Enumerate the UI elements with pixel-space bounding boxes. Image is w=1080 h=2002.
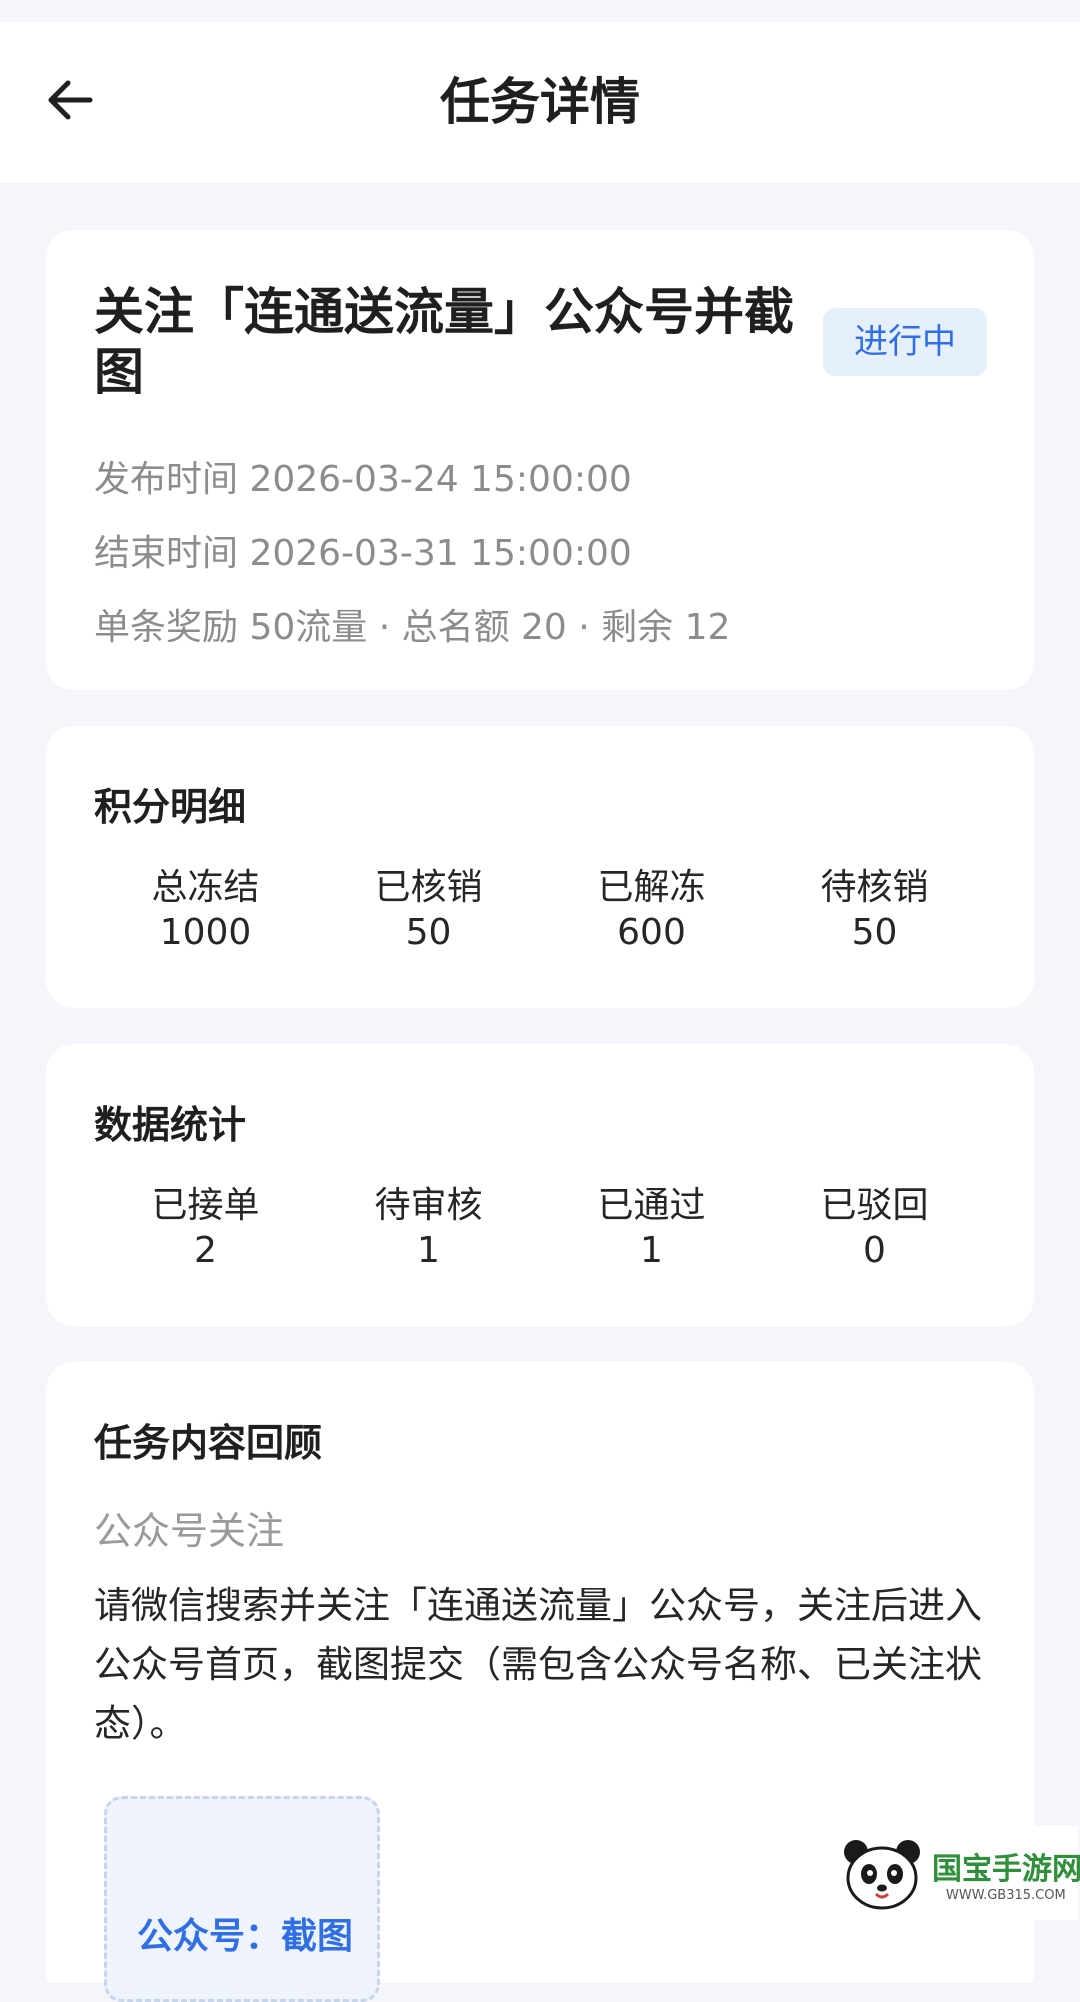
stat-label: 总冻结 xyxy=(151,867,260,908)
stat-label: 已驳回 xyxy=(820,1185,929,1226)
points-section-title: 积分明细 xyxy=(94,785,247,829)
points-stat-unfrozen: 已解冻 600 xyxy=(540,866,763,956)
points-stats: 总冻结 1000 已核销 50 已解冻 600 待核销 50 xyxy=(94,866,986,956)
stats-section-title: 数据统计 xyxy=(94,1103,247,1147)
stat-value: 1 xyxy=(640,1230,663,1271)
points-stat-total-frozen: 总冻结 1000 xyxy=(94,866,317,956)
stat-pending-review: 待审核 1 xyxy=(317,1184,540,1274)
points-detail-card: 积分明细 总冻结 1000 已核销 50 已解冻 600 待核销 50 xyxy=(46,726,1034,1008)
stat-value: 50 xyxy=(405,912,452,953)
sample-image-thumbnail[interactable]: 公众号：截图 xyxy=(104,1796,380,2002)
watermark: 国宝手游网 WWW.GB315.COM xyxy=(828,1826,1080,1920)
review-section-title: 任务内容回顾 xyxy=(94,1421,323,1465)
top-bar: 任务详情 xyxy=(0,22,1080,182)
task-type: 公众号关注 xyxy=(94,1509,285,1553)
page-title: 任务详情 xyxy=(440,73,640,131)
publish-time: 发布时间 2026-03-24 15:00:00 xyxy=(94,459,632,500)
points-stat-verified: 已核销 50 xyxy=(317,866,540,956)
stat-value: 50 xyxy=(851,912,898,953)
stat-label: 已解冻 xyxy=(597,867,706,908)
arrow-left-icon xyxy=(48,80,93,120)
stat-value: 600 xyxy=(617,912,686,953)
end-time: 结束时间 2026-03-31 15:00:00 xyxy=(94,533,632,574)
stat-label: 待审核 xyxy=(374,1185,483,1226)
stat-value: 1000 xyxy=(159,912,252,953)
reward-info: 单条奖励 50流量 · 总名额 20 · 剩余 12 xyxy=(94,607,731,648)
watermark-text: 国宝手游网 xyxy=(932,1852,1080,1887)
stat-value: 2 xyxy=(194,1230,217,1271)
stat-label: 已通过 xyxy=(597,1185,706,1226)
watermark-url: WWW.GB315.COM xyxy=(946,1888,1066,1903)
stat-value: 1 xyxy=(417,1230,440,1271)
stat-accepted: 已接单 2 xyxy=(94,1184,317,1274)
data-stats: 已接单 2 待审核 1 已通过 1 已驳回 0 xyxy=(94,1184,986,1274)
stat-approved: 已通过 1 xyxy=(540,1184,763,1274)
task-title: 关注「连通送流量」公众号并截图 xyxy=(94,283,794,401)
task-description: 请微信搜索并关注「连通送流量」公众号，关注后进入公众号首页，截图提交（需包含公众… xyxy=(94,1584,982,1745)
data-stats-card: 数据统计 已接单 2 待审核 1 已通过 1 已驳回 0 xyxy=(46,1044,1034,1326)
points-stat-pending: 待核销 50 xyxy=(763,866,986,956)
stat-value: 0 xyxy=(863,1230,886,1271)
stat-rejected: 已驳回 0 xyxy=(763,1184,986,1274)
stat-label: 已核销 xyxy=(374,867,483,908)
task-summary-card: 关注「连通送流量」公众号并截图 进行中 发布时间 2026-03-24 15:0… xyxy=(46,230,1034,690)
stat-label: 待核销 xyxy=(820,867,929,908)
panda-logo-icon xyxy=(844,1840,920,1910)
sample-image-label: 公众号：截图 xyxy=(137,1916,354,1957)
status-badge: 进行中 xyxy=(823,308,987,376)
back-button[interactable] xyxy=(38,68,102,132)
stat-label: 已接单 xyxy=(151,1185,260,1226)
